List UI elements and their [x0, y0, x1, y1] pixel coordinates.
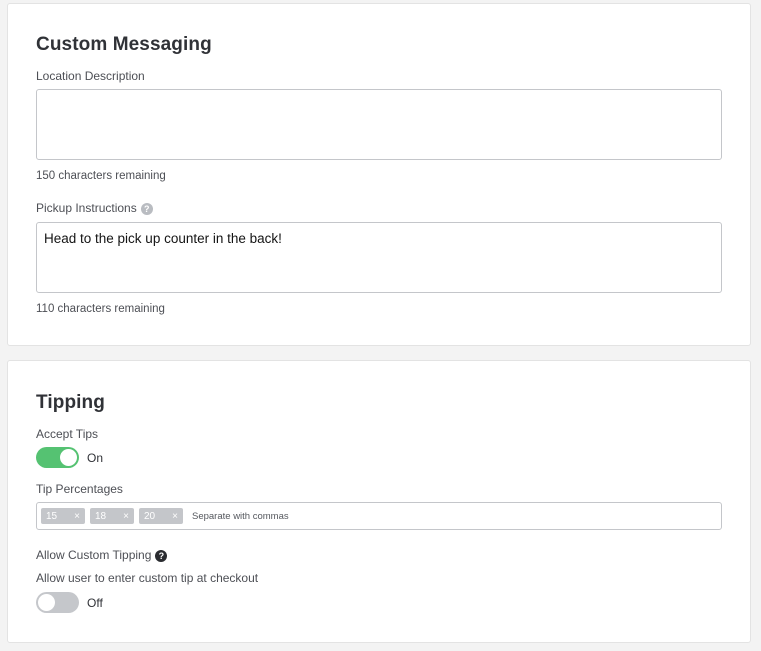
tip-tag: 20 × — [139, 508, 183, 524]
remove-tag-icon[interactable]: × — [123, 511, 129, 522]
toggle-knob — [60, 449, 77, 466]
accept-tips-toggle[interactable] — [36, 447, 79, 468]
custom-messaging-card: Custom Messaging Location Description 15… — [7, 3, 751, 346]
tip-percentages-label: Tip Percentages — [36, 482, 123, 496]
tags-placeholder: Separate with commas — [192, 510, 289, 522]
pickup-instructions-label-row: Pickup Instructions? — [36, 201, 153, 215]
pickup-instructions-remaining: 110 characters remaining — [36, 303, 165, 315]
pickup-instructions-label: Pickup Instructions — [36, 201, 137, 215]
location-description-remaining: 150 characters remaining — [36, 170, 166, 182]
location-description-label: Location Description — [36, 69, 145, 83]
custom-tipping-description: Allow user to enter custom tip at checko… — [36, 571, 259, 585]
tip-tag-value: 18 — [95, 510, 107, 522]
accept-tips-toggle-row: On — [36, 447, 103, 468]
tip-tag-value: 20 — [144, 510, 156, 522]
location-description-field[interactable] — [36, 89, 722, 160]
custom-tipping-state: Off — [87, 595, 103, 610]
custom-tipping-label-row: Allow Custom Tipping? — [36, 548, 168, 562]
toggle-knob — [38, 594, 55, 611]
custom-tipping-toggle-row: Off — [36, 592, 103, 613]
remove-tag-icon[interactable]: × — [172, 511, 178, 522]
remove-tag-icon[interactable]: × — [74, 511, 80, 522]
help-icon[interactable]: ? — [155, 550, 168, 562]
tip-tag-value: 15 — [46, 510, 58, 522]
custom-tipping-toggle[interactable] — [36, 592, 79, 613]
pickup-instructions-field[interactable]: Head to the pick up counter in the back! — [36, 222, 722, 293]
tip-tag: 15 × — [41, 508, 85, 524]
tip-percentages-input[interactable]: 15 × 18 × 20 × Separate with commas — [36, 502, 722, 530]
custom-tipping-label: Allow Custom Tipping — [36, 548, 152, 562]
tipping-card: Tipping Accept Tips On Tip Percentages 1… — [7, 360, 751, 643]
tipping-title: Tipping — [36, 392, 105, 413]
tip-tag: 18 × — [90, 508, 134, 524]
accept-tips-label: Accept Tips — [36, 427, 99, 441]
accept-tips-state: On — [87, 450, 104, 465]
help-icon[interactable]: ? — [140, 203, 153, 215]
custom-messaging-title: Custom Messaging — [36, 34, 212, 55]
